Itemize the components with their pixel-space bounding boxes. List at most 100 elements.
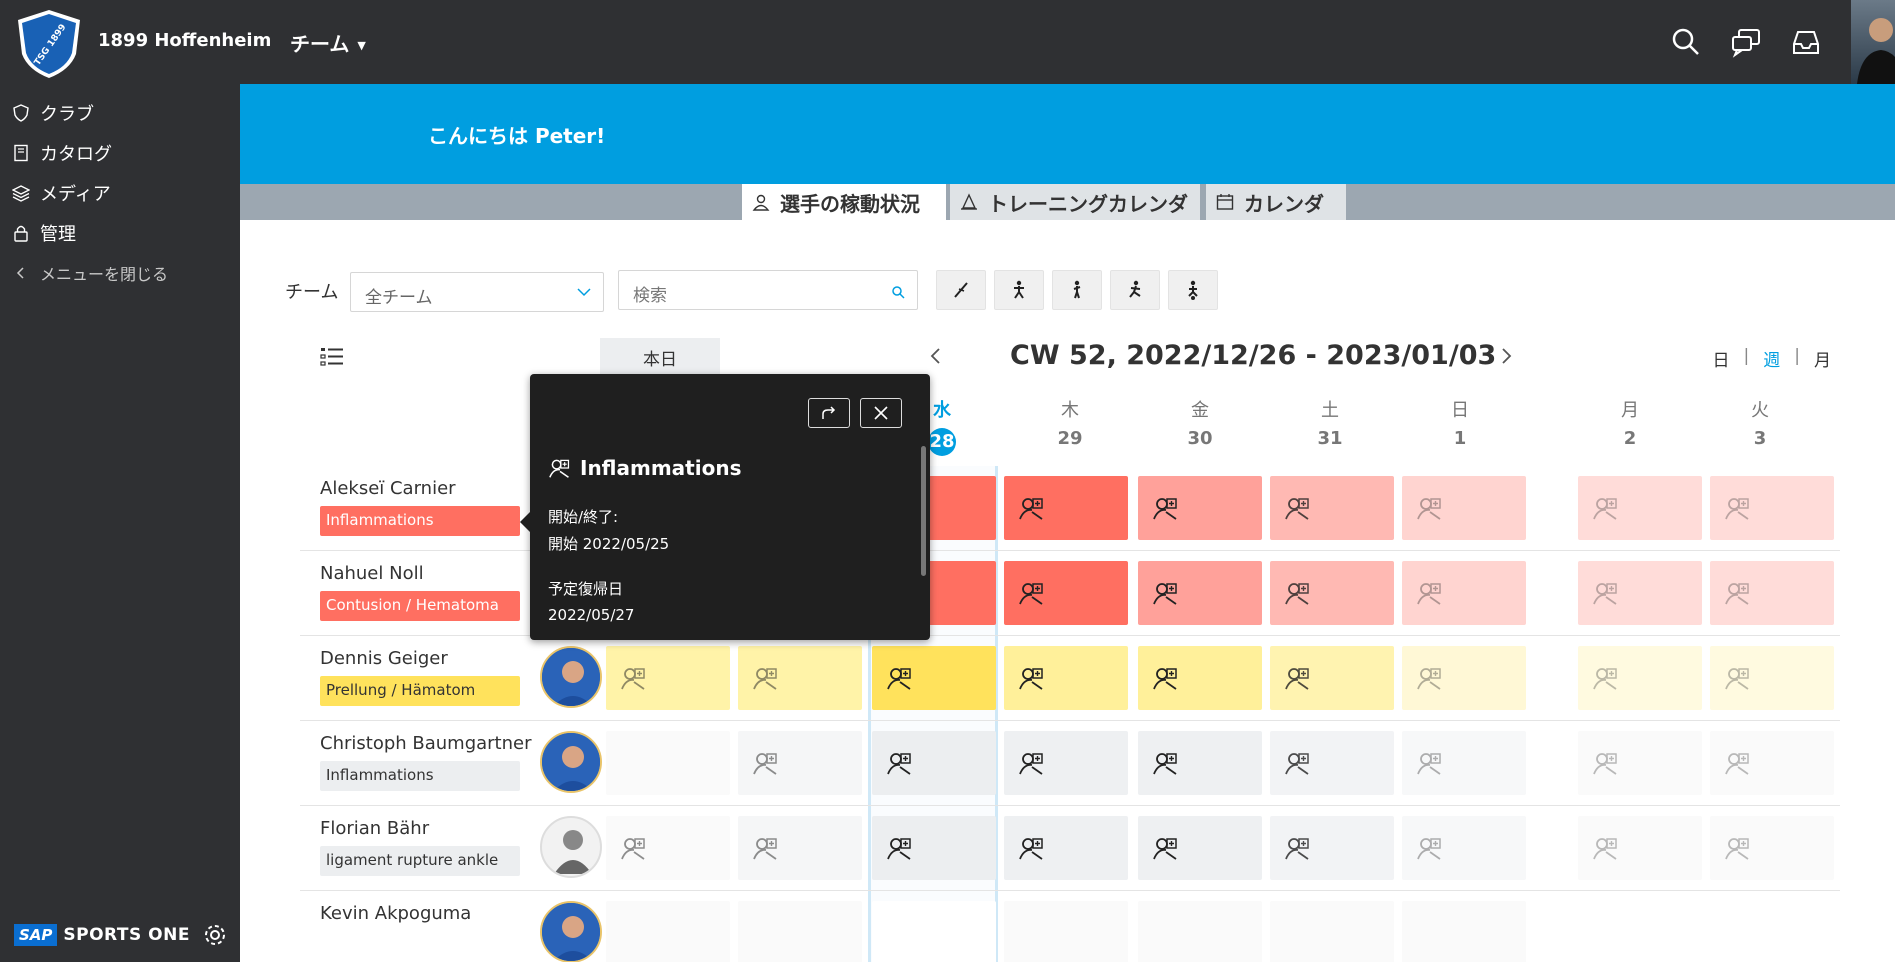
sidebar-item-club[interactable]: クラブ [12, 98, 94, 128]
next-week-icon[interactable] [1496, 344, 1516, 368]
availability-cell[interactable] [1270, 731, 1394, 795]
availability-cell[interactable] [1710, 561, 1834, 625]
availability-cell[interactable] [872, 901, 996, 962]
availability-cell[interactable] [1270, 476, 1394, 540]
player-status-badge: Prellung / Hämatom [320, 676, 520, 706]
player-name[interactable]: Christoph Baumgartner [320, 733, 532, 754]
today-button[interactable]: 本日 [600, 338, 720, 376]
availability-cell[interactable] [1402, 731, 1526, 795]
availability-cell[interactable] [1138, 731, 1262, 795]
availability-cell[interactable] [1402, 816, 1526, 880]
player-row[interactable]: Christoph Baumgartner Inflammations [300, 721, 1840, 806]
player-name[interactable]: Florian Bähr [320, 818, 429, 839]
availability-cell[interactable] [1270, 901, 1394, 962]
availability-cell[interactable] [1004, 476, 1128, 540]
tab-calendar[interactable]: カレンダ [1206, 184, 1346, 220]
filter-forward-button[interactable] [1168, 270, 1218, 310]
availability-cell[interactable] [606, 731, 730, 795]
availability-cell[interactable] [1402, 646, 1526, 710]
availability-cell[interactable] [1138, 901, 1262, 962]
open-detail-button[interactable] [808, 398, 850, 428]
player-row[interactable]: Dennis Geiger Prellung / Hämatom [300, 636, 1840, 721]
filter-midfielder-button[interactable] [1110, 270, 1160, 310]
chat-icon[interactable] [1730, 26, 1762, 58]
availability-cell[interactable] [1270, 646, 1394, 710]
previous-week-icon[interactable] [926, 344, 946, 368]
team-dropdown[interactable]: チーム ▼ [290, 28, 366, 57]
availability-cell[interactable] [1004, 816, 1128, 880]
availability-cell[interactable] [1578, 646, 1702, 710]
player-name[interactable]: Nahuel Noll [320, 563, 424, 584]
filter-all-positions-button[interactable] [936, 270, 986, 310]
sidebar-item-admin[interactable]: 管理 [12, 218, 76, 248]
injury-icon [1153, 498, 1177, 520]
player-name[interactable]: Kevin Akpoguma [320, 903, 471, 924]
club-name[interactable]: 1899 Hoffenheim [98, 30, 271, 51]
close-menu-button[interactable]: メニューを閉じる [12, 258, 168, 288]
availability-cell[interactable] [1402, 476, 1526, 540]
tab-player-availability[interactable]: 選手の稼動状況 [742, 184, 946, 220]
club-logo[interactable]: TSG 1899 [14, 8, 84, 80]
availability-cell[interactable] [1402, 901, 1526, 962]
availability-cell[interactable] [1578, 476, 1702, 540]
availability-cell[interactable] [1138, 816, 1262, 880]
availability-cell[interactable] [1710, 731, 1834, 795]
sidebar-item-catalog[interactable]: カタログ [12, 138, 112, 168]
player-avatar[interactable] [540, 901, 602, 962]
player-row[interactable]: Florian Bähr ligament rupture ankle [300, 806, 1840, 891]
availability-cell[interactable] [872, 646, 996, 710]
availability-cell[interactable] [1402, 561, 1526, 625]
filter-defender-button[interactable] [1052, 270, 1102, 310]
search-input[interactable]: 検索 [618, 270, 918, 310]
gear-icon[interactable] [202, 922, 228, 948]
availability-cell[interactable] [872, 816, 996, 880]
team-select-value: 全チーム [365, 288, 433, 308]
availability-cell[interactable] [1710, 816, 1834, 880]
availability-cell[interactable] [738, 646, 862, 710]
availability-cell[interactable] [1138, 646, 1262, 710]
availability-cell[interactable] [1138, 561, 1262, 625]
availability-cell[interactable] [606, 816, 730, 880]
availability-cell[interactable] [1004, 646, 1128, 710]
player-name[interactable]: Alekseï Carnier [320, 478, 456, 499]
filter-goalkeeper-button[interactable] [994, 270, 1044, 310]
availability-cell[interactable] [1270, 816, 1394, 880]
player-name[interactable]: Dennis Geiger [320, 648, 448, 669]
view-week-button[interactable]: 週 [1763, 346, 1780, 371]
player-avatar[interactable] [540, 646, 602, 708]
availability-cell[interactable] [1004, 901, 1128, 962]
availability-cell[interactable] [1270, 561, 1394, 625]
search-icon[interactable] [1670, 26, 1702, 58]
player-avatar[interactable] [540, 731, 602, 793]
player-row[interactable]: Kevin Akpoguma [300, 891, 1840, 962]
availability-cell[interactable] [872, 731, 996, 795]
availability-cell[interactable] [606, 646, 730, 710]
availability-cell[interactable] [1578, 561, 1702, 625]
availability-cell[interactable] [1578, 901, 1702, 962]
availability-cell[interactable] [1578, 731, 1702, 795]
inbox-icon[interactable] [1790, 26, 1822, 58]
list-view-icon[interactable] [320, 346, 344, 368]
availability-cell[interactable] [1004, 731, 1128, 795]
availability-cell[interactable] [1138, 476, 1262, 540]
view-day-button[interactable]: 日 [1713, 346, 1730, 371]
user-avatar[interactable] [1851, 0, 1895, 84]
availability-cell[interactable] [606, 901, 730, 962]
tab-training-calendar[interactable]: トレーニングカレンダ [950, 184, 1200, 220]
availability-cell[interactable] [1710, 476, 1834, 540]
availability-cell[interactable] [1710, 646, 1834, 710]
availability-cell[interactable] [738, 731, 862, 795]
player-status-badge: Contusion / Hematoma [320, 591, 520, 621]
availability-cell[interactable] [1578, 816, 1702, 880]
popover-scrollbar[interactable] [921, 446, 926, 576]
availability-cell[interactable] [738, 901, 862, 962]
view-month-button[interactable]: 月 [1814, 346, 1831, 371]
team-select[interactable]: 全チーム [350, 272, 604, 312]
player-avatar[interactable] [540, 816, 602, 878]
availability-cell[interactable] [738, 816, 862, 880]
close-popover-button[interactable] [860, 398, 902, 428]
availability-cell[interactable] [1004, 561, 1128, 625]
chevron-down-icon [577, 288, 591, 297]
availability-cell[interactable] [1710, 901, 1834, 962]
sidebar-item-media[interactable]: メディア [12, 178, 111, 208]
